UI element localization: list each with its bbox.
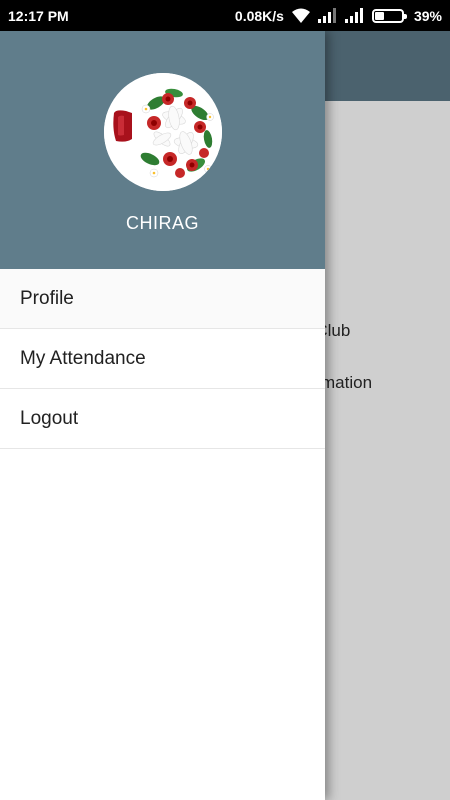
menu-item-logout[interactable]: Logout <box>0 389 325 449</box>
signal-icon-2 <box>344 8 365 23</box>
status-right-group: 0.08K/s 39% <box>235 8 442 24</box>
battery-percent: 39% <box>413 7 442 24</box>
status-bar: 12:17 PM 0.08K/s 39% <box>0 0 450 31</box>
drawer-menu: Profile My Attendance Logout <box>0 269 325 449</box>
battery-icon <box>371 8 407 23</box>
avatar[interactable] <box>103 73 222 191</box>
menu-item-profile[interactable]: Profile <box>0 269 325 329</box>
status-time: 12:17 PM <box>8 7 69 24</box>
menu-item-my-attendance[interactable]: My Attendance <box>0 329 325 389</box>
navigation-drawer: CHIRAG Profile My Attendance Logout <box>0 31 325 800</box>
battery-fill <box>374 11 384 20</box>
flower-bouquet-avatar <box>103 73 222 191</box>
wifi-icon <box>291 8 311 24</box>
network-speed: 0.08K/s <box>234 7 284 24</box>
drawer-header: CHIRAG <box>0 31 325 269</box>
user-name: CHIRAG <box>125 213 199 233</box>
signal-icon <box>317 8 338 23</box>
